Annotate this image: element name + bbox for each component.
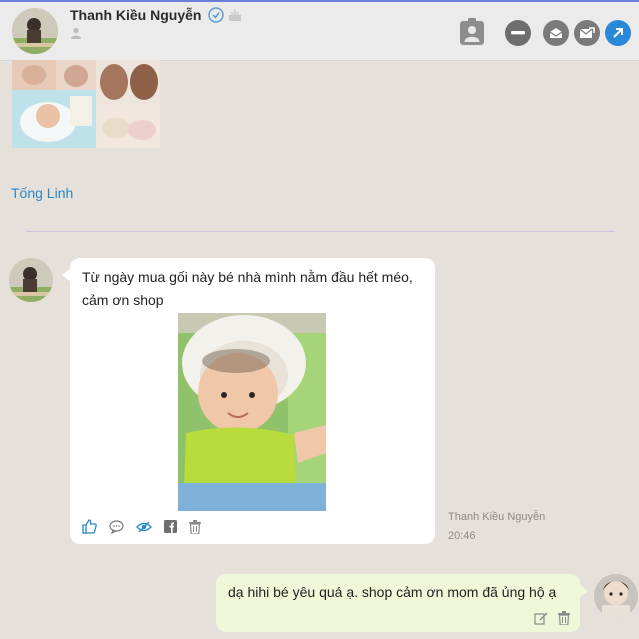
facebook-icon[interactable] [164, 520, 177, 538]
shop-avatar[interactable] [594, 574, 638, 618]
outgoing-message-text: dạ hihi bé yêu quá ạ. shop cảm ơn mom đã… [228, 584, 557, 600]
thread-divider [26, 231, 615, 232]
contact-card-icon[interactable] [459, 18, 485, 51]
minus-icon [511, 31, 525, 35]
comment-icon[interactable] [109, 519, 124, 539]
hide-icon[interactable] [136, 520, 152, 538]
send-mail-button[interactable] [574, 20, 600, 46]
birthday-cake-icon [228, 8, 242, 27]
previous-sender-name[interactable]: Tống Linh [11, 185, 73, 201]
incoming-timestamp: 20:46 [448, 530, 476, 542]
verified-badge-icon [208, 7, 224, 28]
shared-images-thumbnail[interactable] [12, 60, 160, 148]
chat-header: Thanh Kiều Nguyễn [0, 2, 639, 61]
sender-avatar[interactable] [9, 258, 53, 302]
arrow-up-right-icon [613, 28, 623, 38]
person-icon [70, 26, 82, 44]
baby-photo[interactable] [178, 313, 326, 511]
delete-icon[interactable] [189, 519, 201, 539]
message-actions [82, 519, 201, 539]
block-button[interactable] [505, 20, 531, 46]
mail-forward-icon [579, 27, 595, 38]
edit-icon[interactable] [534, 611, 548, 630]
open-external-button[interactable] [605, 20, 631, 46]
envelope-open-icon [549, 28, 563, 38]
outgoing-message: dạ hihi bé yêu quá ạ. shop cảm ơn mom đã… [216, 574, 588, 632]
contact-avatar[interactable] [12, 8, 58, 54]
like-icon[interactable] [82, 519, 97, 539]
open-mail-button[interactable] [543, 20, 569, 46]
delete-icon[interactable] [558, 611, 570, 630]
incoming-message-text: Từ ngày mua gối này bé nhà mình nằm đầu … [82, 269, 413, 308]
incoming-sender-name: Thanh Kiều Nguyễn [448, 511, 546, 523]
incoming-message: Từ ngày mua gối này bé nhà mình nằm đầu … [62, 258, 435, 544]
outgoing-message-actions [534, 611, 570, 630]
contact-name[interactable]: Thanh Kiều Nguyễn [70, 7, 201, 23]
